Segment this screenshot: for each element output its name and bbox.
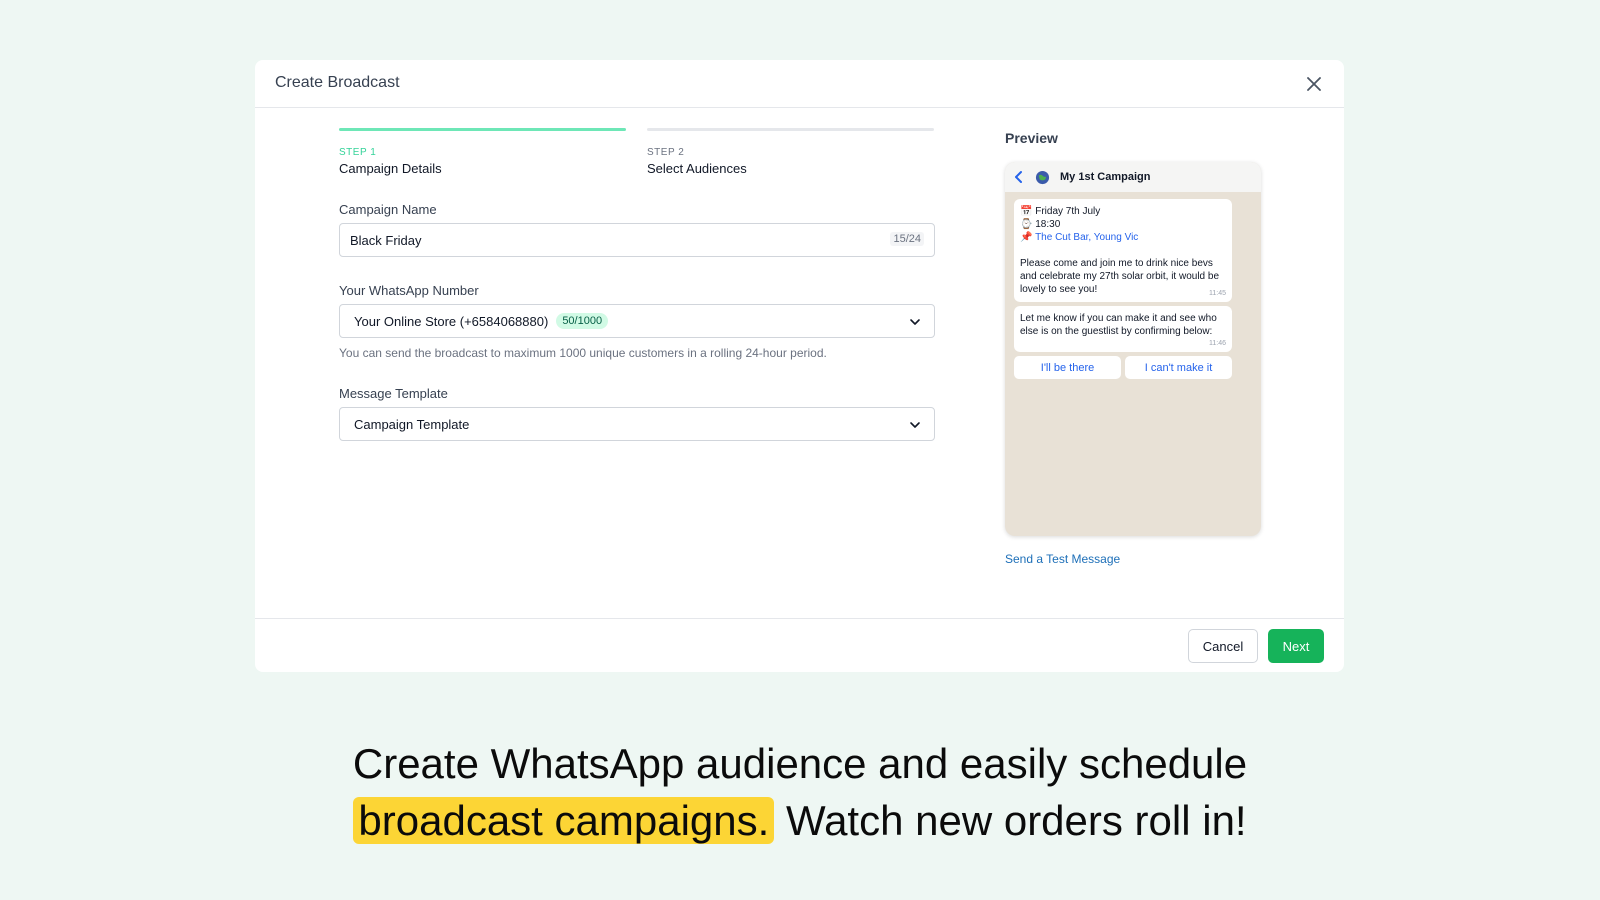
close-button[interactable]	[1304, 74, 1324, 94]
globe-avatar-icon	[1035, 170, 1050, 184]
message-timestamp: 11:46	[1209, 340, 1226, 347]
tagline-line-1: Create WhatsApp audience and easily sche…	[352, 740, 1248, 787]
pin-icon: 📌	[1020, 232, 1033, 243]
calendar-icon: 📅	[1020, 206, 1033, 217]
quota-helper-text: You can send the broadcast to maximum 10…	[339, 346, 827, 360]
step-campaign-details[interactable]: STEP 1 Campaign Details	[339, 128, 626, 176]
message-template-value: Campaign Template	[354, 416, 470, 432]
message-bubble: 📅 Friday 7th July ⌚ 18:30 📌 The Cut Bar,…	[1014, 199, 1232, 302]
whatsapp-number-value: Your Online Store (+6584068880)	[354, 313, 549, 329]
send-test-message-link[interactable]: Send a Test Message	[1005, 552, 1265, 566]
message-template-select[interactable]: Campaign Template	[339, 407, 935, 441]
reply-no-button[interactable]: I can't make it	[1125, 356, 1232, 379]
marketing-tagline: Create WhatsApp audience and easily sche…	[0, 735, 1600, 849]
step-select-audiences[interactable]: STEP 2 Select Audiences	[647, 128, 934, 176]
message-timestamp: 11:45	[1209, 290, 1226, 297]
preview-title: Preview	[1005, 130, 1058, 146]
tagline-rest: Watch new orders roll in!	[785, 797, 1247, 844]
step-label: Select Audiences	[647, 161, 747, 176]
whatsapp-number-field: Your WhatsApp Number Your Online Store (…	[339, 283, 935, 360]
campaign-name-field: Campaign Name Black Friday 15/24	[339, 202, 935, 257]
modal-footer: Cancel Next	[255, 618, 1344, 672]
phone-preview: My 1st Campaign 📅 Friday 7th July ⌚ 18:3…	[1005, 162, 1261, 536]
next-button[interactable]: Next	[1268, 629, 1324, 663]
chevron-down-icon	[910, 319, 920, 325]
tagline-highlight: broadcast campaigns.	[353, 797, 775, 844]
event-place-line: 📌 The Cut Bar, Young Vic	[1020, 231, 1226, 244]
chat-header: My 1st Campaign	[1005, 162, 1261, 192]
message-bubble: Let me know if you can make it and see w…	[1014, 306, 1232, 352]
step-label: Campaign Details	[339, 161, 442, 176]
campaign-name-value: Black Friday	[350, 232, 422, 248]
tagline-line-2: broadcast campaigns. Watch new orders ro…	[0, 792, 1600, 849]
step-number: STEP 1	[339, 147, 377, 158]
stepper: STEP 1 Campaign Details STEP 2 Select Au…	[339, 128, 935, 176]
step-progress-bar	[647, 128, 934, 131]
message-template-label: Message Template	[339, 386, 448, 401]
message-body: Please come and join me to drink nice be…	[1020, 258, 1219, 295]
quota-badge: 50/1000	[556, 313, 609, 329]
event-date-line: 📅 Friday 7th July	[1020, 206, 1101, 217]
whatsapp-number-label: Your WhatsApp Number	[339, 283, 479, 298]
campaign-name-input[interactable]: Black Friday 15/24	[339, 223, 935, 257]
whatsapp-number-select[interactable]: Your Online Store (+6584068880) 50/1000	[339, 304, 935, 338]
preview-panel: Preview My 1st Campaign 📅 Friday 7th Jul…	[1005, 130, 1265, 566]
chevron-down-icon	[910, 422, 920, 428]
cancel-button[interactable]: Cancel	[1188, 629, 1258, 663]
place-link[interactable]: The Cut Bar, Young Vic	[1035, 232, 1138, 243]
campaign-form: STEP 1 Campaign Details STEP 2 Select Au…	[339, 128, 935, 441]
message-template-field: Message Template Campaign Template	[339, 386, 935, 441]
create-broadcast-modal: Create Broadcast STEP 1 Campaign Details…	[255, 60, 1344, 672]
character-counter: 15/24	[890, 232, 924, 246]
close-icon	[1307, 77, 1321, 91]
watch-icon: ⌚	[1020, 219, 1033, 230]
modal-title: Create Broadcast	[275, 74, 400, 91]
reply-yes-button[interactable]: I'll be there	[1014, 356, 1121, 379]
step-progress-bar	[339, 128, 626, 131]
step-number: STEP 2	[647, 147, 685, 158]
modal-header: Create Broadcast	[255, 60, 1344, 108]
campaign-name-label: Campaign Name	[339, 202, 437, 217]
back-arrow-icon[interactable]	[1013, 170, 1025, 184]
chat-name: My 1st Campaign	[1060, 171, 1151, 183]
message-body: Let me know if you can make it and see w…	[1020, 313, 1217, 337]
event-time-line: ⌚ 18:30	[1020, 219, 1061, 230]
